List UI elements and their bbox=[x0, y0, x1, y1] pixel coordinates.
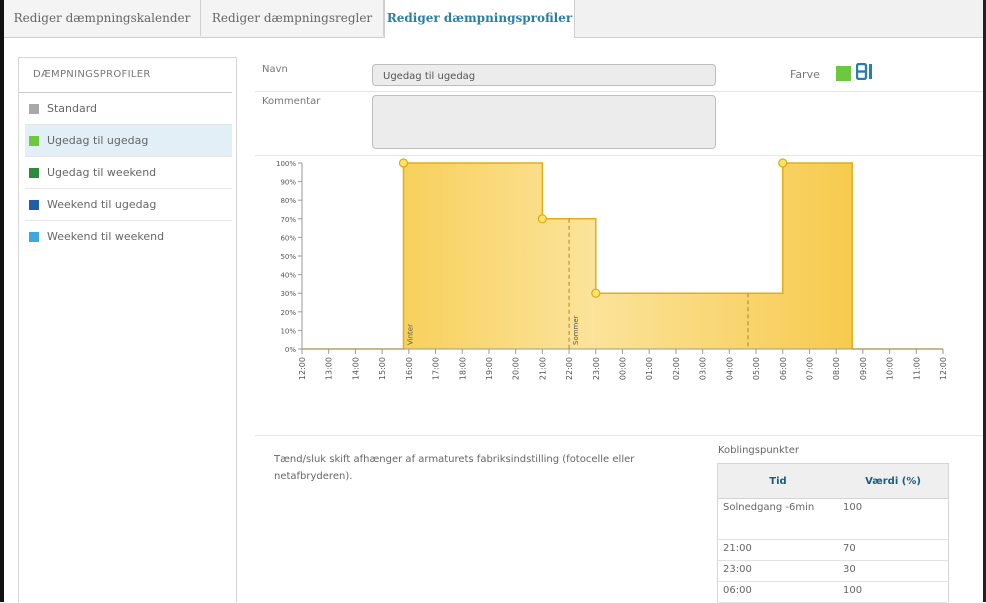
y-tick-label: 20% bbox=[280, 309, 296, 317]
x-tick-label: 23:00 bbox=[592, 357, 601, 380]
profile-color-swatch bbox=[29, 168, 39, 178]
x-tick-label: 02:00 bbox=[672, 357, 681, 380]
profile-area bbox=[302, 163, 943, 349]
y-tick-label: 70% bbox=[280, 216, 296, 224]
x-tick-label: 14:00 bbox=[351, 357, 360, 380]
switch-point-marker bbox=[591, 288, 601, 298]
tab-bar: Rediger dæmpningskalender Rediger dæmpni… bbox=[4, 0, 983, 38]
profile-item-ugedag-til-ugedag[interactable]: Ugedag til ugedag bbox=[25, 125, 232, 157]
color-swatch-button[interactable] bbox=[836, 66, 851, 81]
y-tick-label: 10% bbox=[280, 327, 296, 335]
x-tick-label: 10:00 bbox=[886, 357, 895, 380]
value-cell: 100 bbox=[838, 498, 948, 540]
value-cell: 70 bbox=[838, 539, 948, 561]
y-tick-label: 30% bbox=[280, 290, 296, 298]
profile-item-label: Ugedag til ugedag bbox=[47, 134, 149, 147]
dimming-profile-chart[interactable]: 100%90%80%70%60%50%40%30%20%10%0%12:00 13… bbox=[255, 155, 975, 420]
profile-color-swatch bbox=[29, 232, 39, 242]
divider bbox=[255, 435, 983, 436]
table-row[interactable]: 21:00 70 bbox=[718, 539, 948, 561]
profile-item-label: Weekend til weekend bbox=[47, 230, 165, 243]
x-tick-label: 21:00 bbox=[538, 357, 547, 380]
table-row[interactable]: 23:00 30 bbox=[718, 560, 948, 582]
tab-edit-profiles[interactable]: Rediger dæmpningsprofiler bbox=[384, 0, 575, 38]
switch-point-marker bbox=[778, 158, 788, 168]
profile-list-title: DÆMPNINGSPROFILER bbox=[19, 58, 232, 93]
x-tick-label: 15:00 bbox=[378, 357, 387, 380]
x-tick-label: 16:00 bbox=[405, 357, 414, 380]
chart-annotation-label: Sommer bbox=[572, 315, 580, 345]
value-cell: 30 bbox=[838, 560, 948, 582]
name-label: Navn bbox=[262, 64, 288, 75]
x-tick-label: 03:00 bbox=[699, 357, 708, 380]
profile-item-weekend-til-weekend[interactable]: Weekend til weekend bbox=[25, 221, 232, 252]
table-row[interactable]: 06:00 100 bbox=[718, 581, 948, 603]
y-tick-label: 0% bbox=[285, 346, 296, 354]
name-input[interactable] bbox=[372, 64, 716, 86]
comment-textarea[interactable] bbox=[372, 95, 716, 149]
profile-item-label: Standard bbox=[47, 102, 98, 115]
x-tick-label: 09:00 bbox=[859, 357, 868, 380]
time-cell: 23:00 bbox=[718, 560, 838, 582]
table-row[interactable]: Solnedgang -6min 100 bbox=[718, 498, 948, 540]
switch-point-marker bbox=[537, 214, 547, 224]
profile-item-label: Weekend til ugedag bbox=[47, 198, 157, 211]
divider bbox=[255, 91, 983, 92]
x-tick-label: 18:00 bbox=[458, 357, 467, 380]
time-cell: 06:00 bbox=[718, 581, 838, 603]
y-tick-label: 100% bbox=[276, 160, 296, 168]
x-tick-label: 05:00 bbox=[752, 357, 761, 380]
x-tick-label: 01:00 bbox=[645, 357, 654, 380]
x-tick-label: 17:00 bbox=[432, 357, 441, 380]
x-tick-label: 06:00 bbox=[779, 357, 788, 380]
x-tick-label: 12:00 bbox=[939, 357, 948, 380]
time-cell: 21:00 bbox=[718, 539, 838, 561]
y-tick-label: 60% bbox=[280, 234, 296, 242]
window-frame-left bbox=[0, 0, 4, 602]
palette-icon[interactable] bbox=[855, 62, 874, 85]
switch-point-marker bbox=[398, 158, 409, 168]
y-tick-label: 90% bbox=[280, 179, 296, 187]
x-tick-label: 12:00 bbox=[298, 357, 307, 380]
comment-label: Kommentar bbox=[262, 96, 321, 107]
profile-item-label: Ugedag til weekend bbox=[47, 166, 157, 179]
x-tick-label: 19:00 bbox=[485, 357, 494, 380]
x-tick-label: 07:00 bbox=[805, 357, 814, 380]
color-label: Farve bbox=[790, 68, 820, 81]
switch-points-title: Koblingspunkter bbox=[718, 445, 799, 456]
profile-item-ugedag-til-weekend[interactable]: Ugedag til weekend bbox=[25, 157, 232, 189]
value-cell: 100 bbox=[838, 581, 948, 603]
time-cell: Solnedgang -6min bbox=[718, 498, 838, 540]
x-tick-label: 00:00 bbox=[619, 357, 628, 380]
chart-annotation-label: Vinter bbox=[406, 324, 414, 345]
column-header-value[interactable]: Værdi (%) bbox=[838, 464, 948, 499]
x-tick-label: 08:00 bbox=[832, 357, 841, 380]
column-header-time[interactable]: Tid bbox=[718, 464, 838, 499]
x-tick-label: 13:00 bbox=[325, 357, 334, 380]
y-tick-label: 40% bbox=[280, 272, 296, 280]
tab-edit-calendar[interactable]: Rediger dæmpningskalender bbox=[4, 0, 201, 36]
x-tick-label: 20:00 bbox=[512, 357, 521, 380]
tab-edit-rules[interactable]: Rediger dæmpningsregler bbox=[201, 0, 384, 36]
profile-color-swatch bbox=[29, 104, 39, 114]
x-tick-label: 11:00 bbox=[912, 357, 921, 380]
x-tick-label: 04:00 bbox=[725, 357, 734, 380]
switch-points-table: Tid Værdi (%) Solnedgang -6min 100 21:00… bbox=[718, 464, 948, 603]
x-tick-label: 22:00 bbox=[565, 357, 574, 380]
y-tick-label: 50% bbox=[280, 253, 296, 261]
y-tick-label: 80% bbox=[280, 197, 296, 205]
switching-info-text: Tænd/sluk skift afhænger af armaturets f… bbox=[274, 454, 635, 482]
profile-item-weekend-til-ugedag[interactable]: Weekend til ugedag bbox=[25, 189, 232, 221]
profile-color-swatch bbox=[29, 200, 39, 210]
profile-item-standard[interactable]: Standard bbox=[25, 93, 232, 125]
profile-list-panel: DÆMPNINGSPROFILER Standard Ugedag til ug… bbox=[18, 57, 237, 602]
profile-color-swatch bbox=[29, 136, 39, 146]
